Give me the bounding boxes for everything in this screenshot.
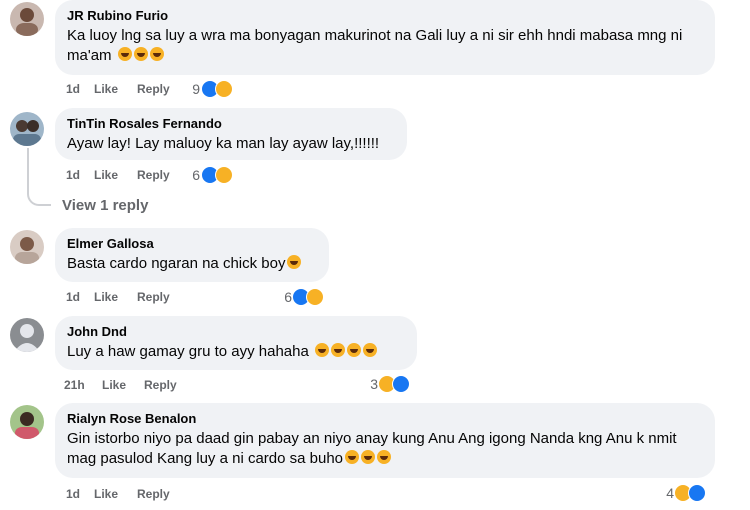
haha-emoji-icon [315, 343, 329, 357]
avatar[interactable] [10, 2, 44, 36]
reaction-count: 9 [192, 81, 200, 97]
comment-time[interactable]: 21h [64, 377, 85, 393]
reply-button[interactable]: Reply [137, 81, 170, 97]
haha-emoji-icon [331, 343, 345, 357]
reply-button[interactable]: Reply [137, 289, 170, 305]
like-button[interactable]: Like [94, 289, 118, 305]
reply-button[interactable]: Reply [137, 167, 170, 183]
thread-connector [27, 148, 51, 206]
comment-text: Basta cardo ngaran na chick boy [67, 254, 317, 274]
rofl-emoji-icon [345, 450, 360, 464]
comment-time[interactable]: 1d [66, 289, 80, 305]
like-button[interactable]: Like [94, 167, 118, 183]
comment-author[interactable]: TinTin Rosales Fernando [67, 116, 395, 132]
avatar[interactable] [10, 405, 44, 439]
reaction-summary[interactable]: 9 [188, 80, 240, 98]
comment-bubble: JR Rubino Furio Ka luoy lng sa luy a wra… [55, 0, 715, 75]
haha-emoji-icon [287, 255, 302, 269]
avatar[interactable] [10, 230, 44, 264]
haha-emoji-icon [363, 343, 377, 357]
reaction-summary[interactable]: 4 [662, 484, 714, 502]
like-icon [688, 484, 706, 502]
comment-text: Luy a haw gamay gru to ayy hahaha [67, 342, 405, 362]
haha-emoji-icon [117, 47, 132, 61]
comment-time[interactable]: 1d [66, 486, 80, 502]
reaction-summary[interactable]: 6 [188, 166, 240, 184]
comment-author[interactable]: Rialyn Rose Benalon [67, 411, 703, 427]
comment-author[interactable]: JR Rubino Furio [67, 8, 703, 24]
rofl-emoji-icon [377, 450, 392, 464]
haha-icon [306, 288, 324, 306]
reaction-count: 4 [666, 485, 674, 501]
reaction-summary[interactable]: 3 [366, 375, 418, 393]
reaction-count: 6 [284, 289, 292, 305]
comment-bubble: TinTin Rosales Fernando Ayaw lay! Lay ma… [55, 108, 407, 160]
avatar[interactable] [10, 318, 44, 352]
haha-emoji-icon [347, 343, 361, 357]
comment-text: Ka luoy lng sa luy a wra ma bonyagan mak… [67, 27, 683, 64]
reply-button[interactable]: Reply [144, 377, 177, 393]
like-button[interactable]: Like [94, 486, 118, 502]
avatar[interactable] [10, 112, 44, 146]
comment-text: Gin istorbo niyo pa daad gin pabay an ni… [67, 430, 677, 467]
comment-bubble: Rialyn Rose Benalon Gin istorbo niyo pa … [55, 403, 715, 478]
reply-button[interactable]: Reply [137, 486, 170, 502]
comment-text: Ayaw lay! Lay maluoy ka man lay ayaw lay… [67, 135, 380, 152]
haha-emoji-icon [133, 47, 148, 61]
like-button[interactable]: Like [102, 377, 126, 393]
reaction-count: 3 [370, 376, 378, 392]
comment-author[interactable]: Elmer Gallosa [67, 236, 317, 252]
comment-author[interactable]: John Dnd [67, 324, 405, 340]
like-button[interactable]: Like [94, 81, 118, 97]
haha-emoji-icon [149, 47, 164, 61]
rofl-emoji-icon [361, 450, 376, 464]
comment-time[interactable]: 1d [66, 81, 80, 97]
comment-time[interactable]: 1d [66, 167, 80, 183]
reaction-summary[interactable]: 6 [280, 288, 332, 306]
comment-bubble: John Dnd Luy a haw gamay gru to ayy haha… [55, 316, 417, 370]
like-icon [392, 375, 410, 393]
comment-bubble: Elmer Gallosa Basta cardo ngaran na chic… [55, 228, 329, 282]
reaction-count: 6 [192, 167, 200, 183]
haha-icon [215, 80, 233, 98]
haha-icon [215, 166, 233, 184]
view-replies-link[interactable]: View 1 reply [62, 197, 148, 214]
